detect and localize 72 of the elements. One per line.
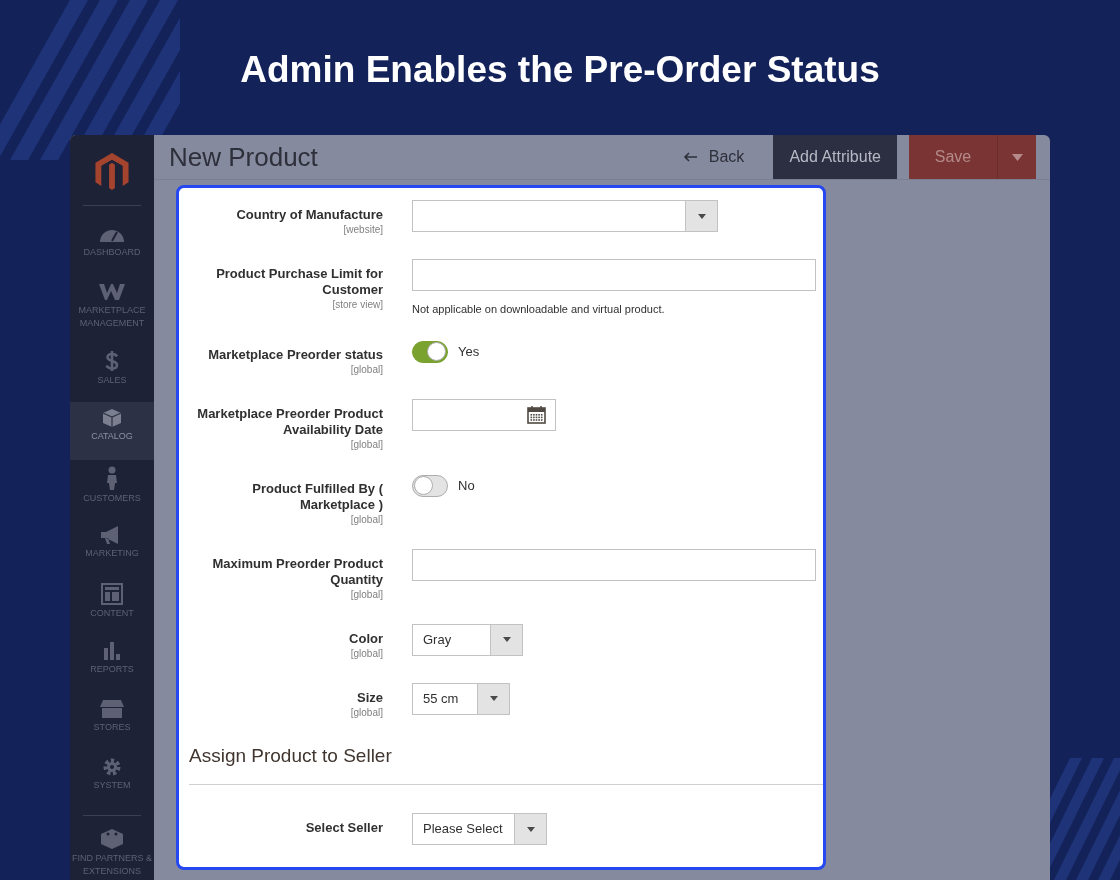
dropdown[interactable]: 55 cm	[412, 682, 510, 715]
dollar-icon	[105, 350, 119, 373]
caret-icon	[526, 826, 535, 832]
caret-icon	[502, 637, 511, 642]
w-logo-icon	[99, 282, 125, 303]
page-title: New Product	[169, 140, 319, 174]
sidebar-item[interactable]: CATALOG	[70, 402, 154, 461]
dropdown-value: Please Select	[422, 820, 504, 839]
add-attribute-button[interactable]: Add Attribute	[773, 135, 897, 179]
section-title: Assign Product to Seller	[189, 741, 823, 785]
caret-icon	[489, 696, 498, 701]
sidebar-label: FIND PARTNERS & EXTENSIONS	[70, 851, 154, 878]
save-button[interactable]: Save	[909, 135, 997, 179]
scope-label: [global]	[350, 362, 383, 377]
field-label: Product Fulfilled By ( Marketplace )	[251, 480, 383, 513]
scope-label: [website]	[343, 223, 383, 237]
scope-label: [global]	[350, 646, 383, 661]
field-label: Country of Manufacture	[236, 207, 383, 223]
sidebar-item[interactable]: MARKETPLACE MANAGEMENT	[70, 276, 154, 345]
sidebar-label: DASHBOARD	[83, 245, 141, 259]
sidebar-label: SYSTEM	[93, 778, 131, 792]
sidebar-label: MARKETING	[85, 546, 139, 560]
sidebar-item[interactable]: SYSTEM	[70, 750, 154, 809]
bar-chart-icon	[102, 640, 122, 661]
toggle-switch[interactable]	[412, 340, 448, 363]
sidebar-item[interactable]: STORES	[70, 692, 154, 751]
box-icon	[102, 408, 122, 429]
sidebar-item[interactable]: CUSTOMERS	[70, 460, 154, 519]
input-field[interactable]	[412, 259, 816, 291]
sidebar-label: CUSTOMERS	[83, 492, 141, 506]
toggle-label: No	[458, 476, 475, 495]
field-label: Marketplace Preorder status	[208, 346, 383, 363]
field-label: Select Seller	[305, 820, 383, 836]
sidebar-item[interactable]: DASHBOARD	[70, 217, 154, 277]
field-note: Not applicable on downloadable and virtual product.	[412, 302, 666, 317]
scope-label: [global]	[350, 437, 383, 452]
field-label: Product Purchase Limit for Customer	[215, 266, 383, 298]
scope-label: [global]	[350, 587, 383, 602]
scope-label: [global]	[350, 512, 383, 527]
dropdown-value: Gray	[422, 630, 453, 649]
sidebar-item[interactable]: REPORTS	[70, 634, 154, 693]
scope-label: [store view]	[332, 298, 383, 312]
caret-icon	[697, 213, 706, 219]
field-label: Size	[357, 689, 383, 706]
person-icon	[106, 466, 118, 491]
dropdown[interactable]: Gray	[412, 623, 523, 656]
input-field[interactable]	[412, 548, 816, 581]
field-label: Maximum Preorder Product Quantity	[211, 555, 383, 588]
field-label: Marketplace Preorder Product Availability Date	[196, 405, 383, 438]
dropdown[interactable]	[412, 200, 718, 232]
date-field[interactable]	[412, 398, 556, 431]
sidebar-label: STORES	[93, 720, 131, 734]
scope-label: [global]	[350, 705, 383, 720]
back-button[interactable]: Back	[682, 145, 745, 169]
gear-icon	[102, 756, 122, 777]
field-label: Color	[349, 630, 383, 647]
arrow-left-icon	[682, 152, 697, 162]
sidebar-label: CATALOG	[91, 430, 133, 444]
calendar-icon[interactable]	[527, 405, 546, 424]
sidebar-label: REPORTS	[90, 662, 134, 676]
layout-icon	[101, 582, 123, 605]
headline: Admin Enables the Pre-Order Status	[240, 48, 880, 92]
caret-icon	[1011, 153, 1023, 161]
toggle-switch[interactable]	[412, 474, 448, 497]
sidebar-item[interactable]: FIND PARTNERS & EXTENSIONS	[70, 821, 154, 880]
toggle-label: Yes	[458, 342, 480, 361]
logo-icon	[95, 153, 129, 190]
storefront-icon	[100, 698, 124, 719]
dropdown-value: 55 cm	[422, 689, 460, 708]
sidebar-label: MARKETPLACE MANAGEMENT	[77, 304, 147, 331]
sidebar-item[interactable]: MARKETING	[70, 518, 154, 577]
dropdown[interactable]: Please Select	[412, 813, 547, 845]
